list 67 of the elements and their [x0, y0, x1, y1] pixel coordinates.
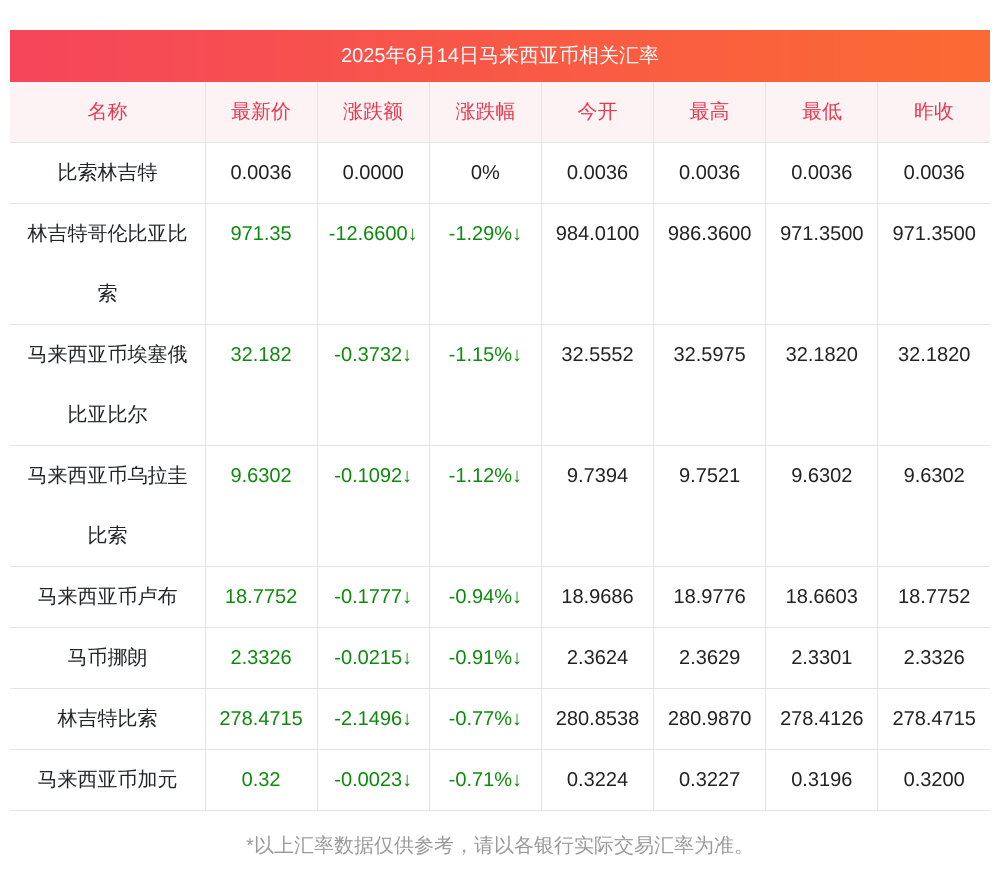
table-cell: -0.77%↓: [429, 688, 542, 749]
table-cell: -1.15%↓: [429, 324, 542, 445]
table-cell: 0.0036: [766, 142, 878, 203]
table-cell: 32.182: [205, 324, 318, 445]
table-cell: 971.3500: [766, 203, 878, 324]
currency-pair-cell: 马币挪朗: [10, 627, 205, 688]
table-cell: 32.5975: [654, 324, 766, 445]
table-cell: 2.3301: [766, 627, 878, 688]
table-cell: -0.0215↓: [317, 627, 430, 688]
table-cell: 9.6302: [205, 445, 318, 566]
footnote: *以上汇率数据仅供参考，请以各银行实际交易汇率为准。: [245, 834, 755, 858]
table-cell: -0.3732↓: [317, 324, 430, 445]
table-cell: -1.12%↓: [429, 445, 542, 566]
table-title: 2025年6月14日马来西亚币相关汇率: [10, 30, 990, 82]
table-cell: 280.8538: [541, 688, 654, 749]
table-cell: 9.7521: [654, 445, 766, 566]
column-header: 最低: [766, 82, 878, 142]
table-cell: -0.1777↓: [317, 566, 430, 627]
table-cell: 18.7752: [205, 566, 318, 627]
table-cell: -1.29%↓: [429, 203, 542, 324]
table-cell: 0.3196: [766, 749, 878, 810]
table-cell: -2.1496↓: [317, 688, 430, 749]
column-header: 涨跌幅: [429, 82, 542, 142]
table-cell: 9.6302: [766, 445, 878, 566]
column-header: 最高: [654, 82, 766, 142]
table-cell: 0.0036: [541, 142, 654, 203]
table-cell: 280.9870: [654, 688, 766, 749]
table-cell: 18.9686: [541, 566, 654, 627]
currency-pair-cell: 马来西亚币埃塞俄比亚比尔: [10, 324, 205, 445]
table-cell: -0.94%↓: [429, 566, 542, 627]
table-cell: 984.0100: [541, 203, 654, 324]
currency-pair-cell: 林吉特哥伦比亚比索: [10, 203, 205, 324]
table-cell: 2.3326: [205, 627, 318, 688]
table-cell: 2.3629: [654, 627, 766, 688]
currency-pair-cell: 比索林吉特: [10, 142, 205, 203]
table-cell: 971.35: [205, 203, 318, 324]
table-cell: 18.6603: [766, 566, 878, 627]
table-cell: 0.3224: [541, 749, 654, 810]
table-cell: 0.32: [205, 749, 318, 810]
table-cell: 18.9776: [654, 566, 766, 627]
column-header: 昨收: [878, 82, 990, 142]
currency-pair-cell: 马来西亚币加元: [10, 749, 205, 810]
table-cell: 0%: [429, 142, 542, 203]
column-header: 最新价: [205, 82, 318, 142]
column-header: 今开: [541, 82, 654, 142]
table-cell: -0.91%↓: [429, 627, 542, 688]
table-cell: -0.0023↓: [317, 749, 430, 810]
table-cell: -0.1092↓: [317, 445, 430, 566]
table-cell: 278.4126: [766, 688, 878, 749]
table-cell: 0.0036: [205, 142, 318, 203]
table-cell: -12.6600↓: [317, 203, 430, 324]
table-cell: 2.3624: [541, 627, 654, 688]
currency-pair-cell: 马来西亚币乌拉圭比索: [10, 445, 205, 566]
table-cell: 278.4715: [205, 688, 318, 749]
table-cell: 0.3227: [654, 749, 766, 810]
table-cell: 32.1820: [766, 324, 878, 445]
currency-pair-cell: 林吉特比索: [10, 688, 205, 749]
currency-pair-cell: 马来西亚币卢布: [10, 566, 205, 627]
table-cell: 9.7394: [541, 445, 654, 566]
table-cell: -0.71%↓: [429, 749, 542, 810]
column-header: 涨跌额: [317, 82, 430, 142]
table-cell: 32.5552: [541, 324, 654, 445]
table-cell: 0.0000: [317, 142, 430, 203]
table-cell: 986.3600: [654, 203, 766, 324]
column-header: 名称: [10, 82, 205, 142]
table-cell: 0.0036: [878, 142, 990, 203]
table-cell: 0.0036: [654, 142, 766, 203]
